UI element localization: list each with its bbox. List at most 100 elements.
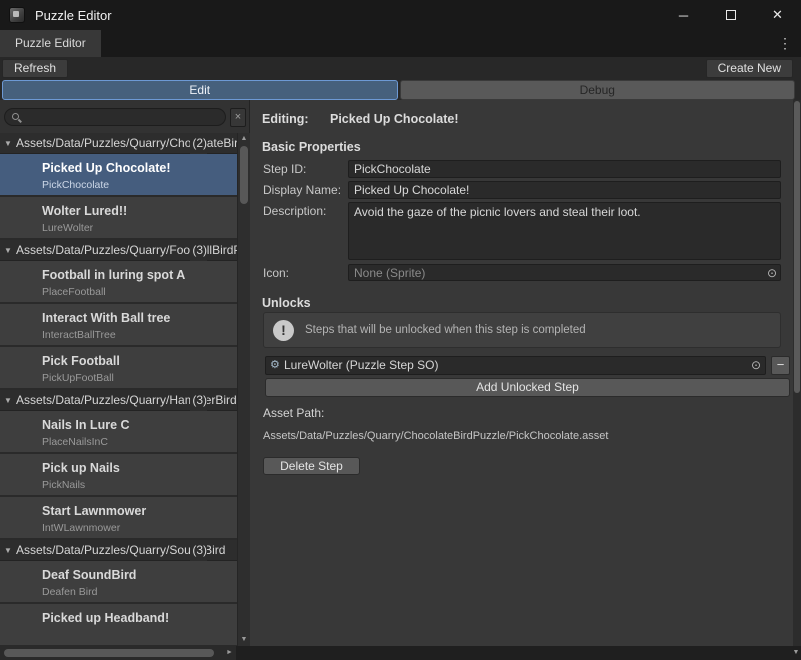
list-item-picked-up-headband[interactable]: Picked up Headband! bbox=[0, 604, 237, 646]
foldout-arrow-icon: ▼ bbox=[4, 390, 12, 411]
step-title: Interact With Ball tree bbox=[42, 311, 170, 325]
list-item-deaf-soundbird[interactable]: Deaf SoundBird Deafen Bird bbox=[0, 561, 237, 604]
step-list: ▼ Assets/Data/Puzzles/Quarry/ChocolateBi… bbox=[0, 133, 237, 646]
delete-step-button[interactable]: Delete Step bbox=[263, 457, 360, 475]
minimize-icon: ─ bbox=[679, 8, 688, 23]
bottom-bar: ► ▼ bbox=[0, 646, 801, 660]
list-scrollbar[interactable]: ▲ ▼ bbox=[237, 133, 250, 646]
search-input[interactable] bbox=[25, 110, 220, 124]
group-header-chocolate[interactable]: ▼ Assets/Data/Puzzles/Quarry/ChocolateBi… bbox=[0, 133, 237, 154]
group-count: (2) bbox=[190, 133, 207, 154]
step-editor-panel: Editing: Picked Up Chocolate! Basic Prop… bbox=[251, 100, 793, 646]
foldout-arrow-icon: ▼ bbox=[4, 133, 12, 154]
unlocks-heading: Unlocks bbox=[262, 296, 311, 310]
app-icon bbox=[9, 7, 25, 23]
asset-path-value: Assets/Data/Puzzles/Quarry/ChocolateBird… bbox=[263, 430, 608, 442]
step-title: Wolter Lured!! bbox=[42, 204, 127, 218]
foldout-arrow-icon: ▼ bbox=[4, 240, 12, 261]
step-list-panel: × ▼ Assets/Data/Puzzles/Quarry/Chocolate… bbox=[0, 100, 250, 646]
object-picker-icon[interactable]: ⊙ bbox=[767, 265, 777, 281]
horizontal-scrollbar[interactable]: ► bbox=[0, 646, 236, 660]
editing-step-name: Picked Up Chocolate! bbox=[330, 112, 459, 126]
minus-icon: − bbox=[777, 357, 785, 372]
display-name-field[interactable]: Picked Up Chocolate! bbox=[348, 181, 781, 199]
window-controls: ─ ✕ bbox=[660, 0, 801, 30]
refresh-button[interactable]: Refresh bbox=[2, 59, 68, 78]
description-field[interactable]: Avoid the gaze of the picnic lovers and … bbox=[348, 202, 781, 260]
object-picker-icon[interactable]: ⊙ bbox=[751, 357, 761, 374]
step-id-label: PlaceFootball bbox=[42, 286, 106, 298]
icon-object-field[interactable]: None (Sprite) ⊙ bbox=[348, 264, 781, 281]
close-button[interactable]: ✕ bbox=[754, 0, 801, 30]
step-id-label: PickNails bbox=[42, 479, 85, 491]
scroll-down-icon[interactable]: ▼ bbox=[792, 646, 800, 660]
group-count: (3) bbox=[190, 390, 207, 411]
group-header-soundbird[interactable]: ▼ Assets/Data/Puzzles/Quarry/SoundBird (… bbox=[0, 540, 237, 561]
scroll-right-icon[interactable]: ► bbox=[223, 646, 236, 660]
list-item-start-lawnmower[interactable]: Start Lawnmower IntWLawnmower bbox=[0, 497, 237, 540]
info-icon: ! bbox=[273, 320, 294, 341]
step-id-label: IntWLawnmower bbox=[42, 522, 120, 534]
title-bar: Puzzle Editor ─ ✕ bbox=[0, 0, 801, 30]
window-title: Puzzle Editor bbox=[35, 8, 112, 23]
search-field[interactable] bbox=[4, 108, 226, 126]
mode-tab-row: Edit Debug bbox=[0, 80, 801, 100]
asset-path-label: Asset Path: bbox=[263, 406, 324, 420]
horizontal-scrollbar-thumb[interactable] bbox=[4, 649, 214, 657]
step-title: Football in luring spot A bbox=[42, 268, 185, 282]
icon-field-value: None (Sprite) bbox=[354, 266, 425, 280]
step-title: Start Lawnmower bbox=[42, 504, 146, 518]
list-item-lure-wolter[interactable]: Wolter Lured!! LureWolter bbox=[0, 197, 237, 240]
list-item-place-football[interactable]: Football in luring spot A PlaceFootball bbox=[0, 261, 237, 304]
step-id-label: LureWolter bbox=[42, 222, 93, 234]
step-id-label: PickUpFootBall bbox=[42, 372, 114, 384]
search-icon bbox=[12, 113, 19, 120]
maximize-icon bbox=[726, 10, 736, 20]
scroll-up-icon[interactable]: ▲ bbox=[238, 133, 250, 145]
list-item-place-nails[interactable]: Nails In Lure C PlaceNailsInC bbox=[0, 411, 237, 454]
step-title: Nails In Lure C bbox=[42, 418, 130, 432]
maximize-button[interactable] bbox=[707, 0, 754, 30]
step-title: Deaf SoundBird bbox=[42, 568, 136, 582]
step-title: Pick up Nails bbox=[42, 461, 120, 475]
list-item-pick-nails[interactable]: Pick up Nails PickNails bbox=[0, 454, 237, 497]
editor-tabstrip: Puzzle Editor ⋮ bbox=[0, 30, 801, 57]
list-scrollbar-thumb[interactable] bbox=[240, 146, 248, 204]
scriptable-object-icon: ⚙ bbox=[270, 357, 280, 374]
step-id-label: PlaceNailsInC bbox=[42, 436, 108, 448]
basic-properties-heading: Basic Properties bbox=[262, 140, 361, 154]
tab-puzzle-editor[interactable]: Puzzle Editor bbox=[0, 30, 101, 57]
unlocks-info-text: Steps that will be unlocked when this st… bbox=[305, 313, 586, 347]
icon-label: Icon: bbox=[263, 266, 289, 280]
foldout-arrow-icon: ▼ bbox=[4, 540, 12, 561]
window-scrollbar[interactable] bbox=[793, 100, 801, 646]
unlocked-step-object-field[interactable]: ⚙ LureWolter (Puzzle Step SO) ⊙ bbox=[265, 356, 766, 375]
list-item-interact-ball-tree[interactable]: Interact With Ball tree InteractBallTree bbox=[0, 304, 237, 347]
scroll-down-icon[interactable]: ▼ bbox=[238, 634, 250, 646]
minimize-button[interactable]: ─ bbox=[660, 0, 707, 30]
toolbar: Refresh Create New bbox=[0, 57, 801, 80]
clear-search-button[interactable]: × bbox=[230, 108, 246, 127]
step-id-label: PickChocolate bbox=[42, 179, 109, 191]
list-item-pick-football[interactable]: Pick Football PickUpFootBall bbox=[0, 347, 237, 390]
tab-edit[interactable]: Edit bbox=[2, 80, 398, 100]
step-id-label: Deafen Bird bbox=[42, 586, 97, 598]
window-scrollbar-thumb[interactable] bbox=[794, 101, 800, 393]
description-label: Description: bbox=[263, 204, 326, 218]
group-header-hammer[interactable]: ▼ Assets/Data/Puzzles/Quarry/HammerBirdP… bbox=[0, 390, 237, 411]
editing-label: Editing: bbox=[262, 112, 309, 126]
kebab-menu-icon[interactable]: ⋮ bbox=[778, 30, 792, 57]
add-unlocked-step-button[interactable]: Add Unlocked Step bbox=[265, 378, 790, 397]
group-header-football[interactable]: ▼ Assets/Data/Puzzles/Quarry/FootballBir… bbox=[0, 240, 237, 261]
step-id-label: InteractBallTree bbox=[42, 329, 116, 341]
step-id-field[interactable]: PickChocolate bbox=[348, 160, 781, 178]
tab-debug[interactable]: Debug bbox=[400, 80, 796, 100]
step-title: Picked Up Chocolate! bbox=[42, 161, 171, 175]
remove-unlocked-step-button[interactable]: − bbox=[771, 356, 790, 375]
clear-icon: × bbox=[235, 111, 241, 123]
unlocks-info-box: ! Steps that will be unlocked when this … bbox=[263, 312, 781, 348]
list-item-pick-chocolate[interactable]: Picked Up Chocolate! PickChocolate bbox=[0, 154, 237, 197]
step-title: Picked up Headband! bbox=[42, 611, 169, 625]
create-new-button[interactable]: Create New bbox=[706, 59, 793, 78]
step-title: Pick Football bbox=[42, 354, 120, 368]
